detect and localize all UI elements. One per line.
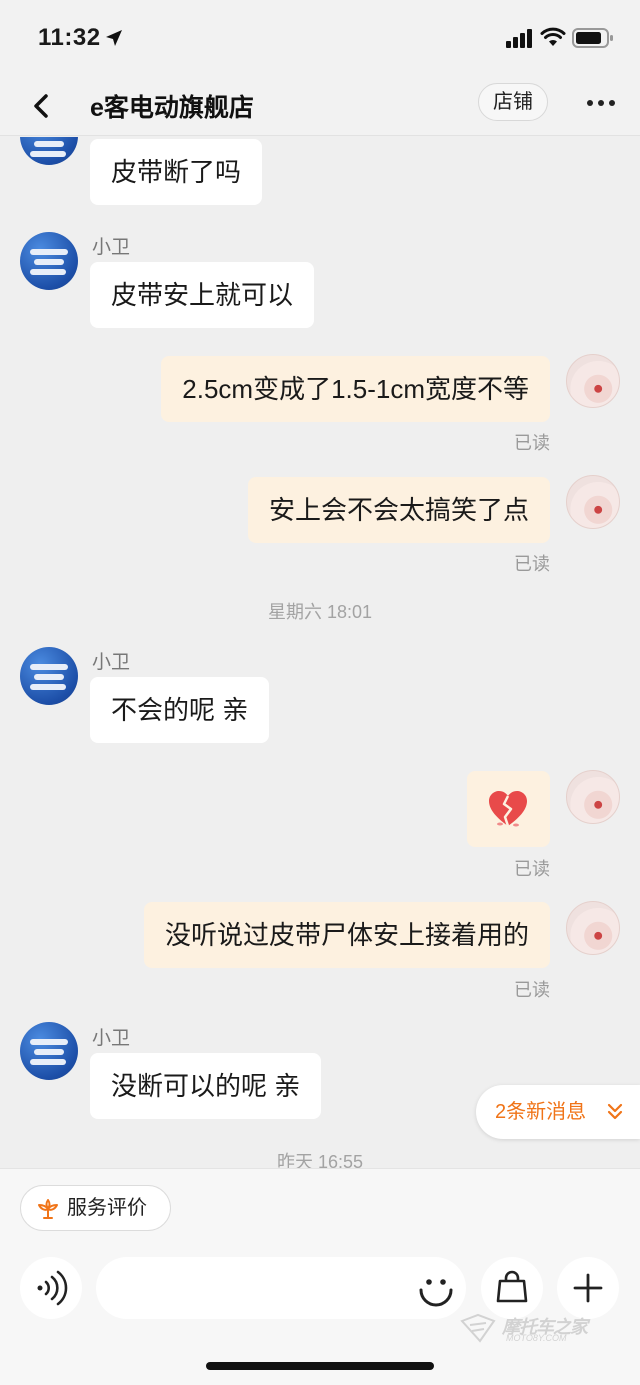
message-bubble[interactable]: 安上会不会太搞笑了点: [247, 477, 550, 543]
message-list[interactable]: 皮带断了吗 小卫 皮带安上就可以 2.5cm变成了1.5-1cm宽度不等 已读 …: [0, 137, 640, 1168]
message-bubble[interactable]: 皮带断了吗: [90, 139, 263, 205]
more-icon[interactable]: [580, 86, 620, 120]
plus-icon: [573, 1273, 603, 1303]
emoji-icon[interactable]: [414, 1265, 458, 1311]
store-avatar[interactable]: [20, 137, 78, 165]
new-messages-label: 2条新消息: [495, 1101, 587, 1123]
sender-name: 小卫: [92, 1028, 131, 1049]
broken-heart-icon: [489, 791, 527, 827]
user-avatar[interactable]: [566, 475, 620, 529]
message-bubble[interactable]: 2.5cm变成了1.5-1cm宽度不等: [161, 356, 550, 422]
input-panel: 服务评价 摩托车之家 MOTO8Y.COM: [0, 1168, 640, 1385]
user-avatar[interactable]: [566, 770, 620, 824]
message-bubble[interactable]: 皮带安上就可以: [90, 262, 315, 328]
user-avatar[interactable]: [566, 901, 620, 955]
read-status: 已读: [514, 980, 550, 1000]
sender-name: 小卫: [92, 237, 131, 258]
location-arrow-icon: [106, 30, 122, 46]
sticker-bubble[interactable]: [467, 771, 550, 847]
store-avatar[interactable]: [20, 232, 78, 290]
motorcycle-logo-icon: [460, 1313, 496, 1343]
time-separator: 星期六 18:01: [267, 602, 373, 622]
back-chevron-icon[interactable]: [24, 86, 60, 126]
home-indicator[interactable]: [206, 1362, 434, 1370]
new-messages-button[interactable]: 2条新消息: [476, 1085, 640, 1139]
message-input[interactable]: [96, 1257, 466, 1319]
message-bubble[interactable]: 不会的呢 亲: [90, 677, 270, 743]
read-status: 已读: [514, 554, 550, 574]
store-avatar[interactable]: [20, 1022, 78, 1080]
read-status: 已读: [514, 433, 550, 453]
service-rating-label: 服务评价: [67, 1197, 147, 1219]
message-bubble[interactable]: 没听说过皮带尸体安上接着用的: [143, 902, 550, 968]
page-title: e客电动旗舰店: [90, 94, 254, 122]
voice-button[interactable]: [20, 1257, 82, 1319]
shop-button[interactable]: 店铺: [478, 83, 548, 121]
read-status: 已读: [514, 859, 550, 879]
sender-name: 小卫: [92, 652, 131, 673]
user-avatar[interactable]: [566, 354, 620, 408]
voice-icon: [37, 1270, 68, 1306]
flower-icon: [38, 1199, 58, 1219]
chevron-double-down-icon: [607, 1103, 623, 1120]
chat-header: e客电动旗舰店 店铺: [0, 76, 640, 136]
signal-icon: [506, 29, 532, 48]
status-time: 11:32: [38, 24, 101, 51]
shopping-bag-button[interactable]: [481, 1257, 543, 1319]
service-rating-button[interactable]: 服务评价: [20, 1185, 171, 1231]
time-separator: 昨天 16:55: [276, 1152, 364, 1168]
wifi-icon: [540, 27, 566, 46]
message-bubble[interactable]: 没断可以的呢 亲: [90, 1053, 322, 1119]
watermark-subtext: MOTO8Y.COM: [506, 1333, 567, 1343]
more-actions-button[interactable]: [557, 1257, 619, 1319]
status-bar: 11:32: [0, 0, 640, 76]
watermark: 摩托车之家 MOTO8Y.COM: [458, 1311, 590, 1349]
shopping-bag-icon: [496, 1270, 528, 1303]
store-avatar[interactable]: [20, 647, 78, 705]
battery-icon: [572, 28, 613, 48]
